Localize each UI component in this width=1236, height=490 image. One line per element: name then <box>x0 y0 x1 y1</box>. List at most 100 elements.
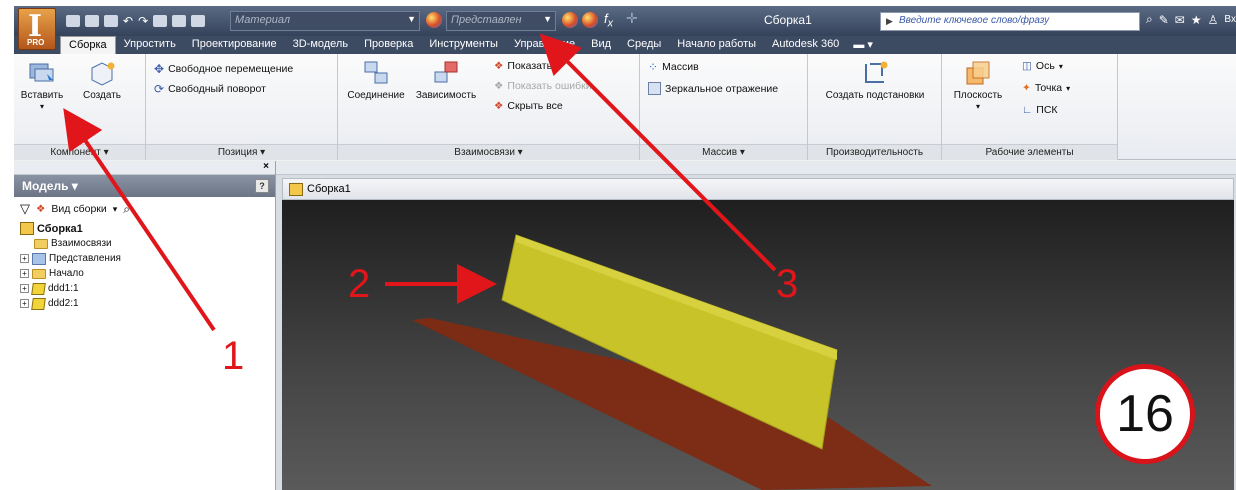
filter-icon[interactable]: ▽ <box>20 201 30 217</box>
tools-icon[interactable]: ✎ <box>1159 13 1169 27</box>
model-browser: × Модель ▾ ? ▽ ❖ Вид сборки ▾ ⌕ Сборка1 … <box>14 161 276 490</box>
joint-button[interactable]: Соединение <box>342 60 410 101</box>
tab-get-started[interactable]: Начало работы <box>669 36 764 54</box>
free-move-button[interactable]: ✥ Свободное перемещение <box>154 62 293 76</box>
tree-label: Представления <box>49 253 121 264</box>
create-component-label: Создать <box>82 90 121 101</box>
point-button[interactable]: ✦ Точка ▾ <box>1022 82 1070 94</box>
browser-header[interactable]: Модель ▾ ? <box>14 175 275 197</box>
component-panel-title[interactable]: Компонент ▾ <box>14 144 145 160</box>
star-icon[interactable]: ★ <box>1191 13 1202 27</box>
project-icon[interactable] <box>191 15 206 27</box>
create-component-button[interactable]: Создать <box>70 60 134 101</box>
pattern-label: Массив <box>662 61 699 73</box>
close-icon[interactable]: × <box>263 161 269 172</box>
tab-assembly[interactable]: Сборка <box>60 36 116 54</box>
comm-center-icon[interactable]: ✉ <box>1175 13 1185 27</box>
folder-icon <box>34 238 48 249</box>
tree-item-ddd2[interactable]: + ddd2:1 <box>20 296 275 311</box>
work-features-panel-title: Рабочие элементы <box>942 144 1117 160</box>
measure-icon[interactable]: ✛ <box>626 10 638 27</box>
tab-simplify[interactable]: Упростить <box>116 36 184 54</box>
clear-appearance-icon[interactable] <box>562 12 578 28</box>
create-substitute-button[interactable]: Создать подстановки <box>822 60 928 101</box>
relationships-panel: Соединение Зависимость ❖ Показать ❖ Пока… <box>338 54 640 160</box>
folder-icon <box>32 268 46 279</box>
free-rotate-button[interactable]: ⟳ Свободный поворот <box>154 82 266 96</box>
position-panel-title[interactable]: Позиция ▾ <box>146 144 337 160</box>
representation-combo-value: Представлен <box>451 14 522 26</box>
tree-item-representations[interactable]: + Представления <box>20 251 275 266</box>
expand-icon[interactable]: + <box>20 254 29 263</box>
update-icon[interactable] <box>172 15 187 27</box>
tab-inspect[interactable]: Проверка <box>356 36 421 54</box>
user-icon[interactable]: ♙ <box>1208 13 1219 27</box>
point-icon: ✦ <box>1022 82 1031 94</box>
show-label: Показать <box>507 60 553 72</box>
tab-view[interactable]: Вид <box>583 36 619 54</box>
pattern-icon: ⁘ <box>648 60 659 74</box>
tree-label: ddd1:1 <box>48 283 79 294</box>
pattern-panel-title[interactable]: Массив ▾ <box>640 144 807 160</box>
3d-viewport[interactable] <box>282 200 1234 490</box>
appearance-icon[interactable] <box>426 12 442 28</box>
hide-all-button[interactable]: ❖ Скрыть все <box>494 100 563 112</box>
show-button[interactable]: ❖ Показать <box>494 60 552 72</box>
tab-autodesk-360[interactable]: Autodesk 360 <box>764 36 847 54</box>
relationships-panel-title[interactable]: Взаимосвязи ▾ <box>338 144 639 160</box>
expand-icon[interactable]: + <box>20 299 29 308</box>
tab-environments[interactable]: Среды <box>619 36 669 54</box>
tree-root[interactable]: Сборка1 <box>20 221 275 236</box>
productivity-panel-title: Производительность <box>808 144 941 160</box>
axis-icon: ◫ <box>1022 60 1032 72</box>
open-icon[interactable] <box>85 15 99 27</box>
adjust-appearance-icon[interactable] <box>582 12 598 28</box>
productivity-panel: Создать подстановки Производительность <box>808 54 942 160</box>
plane-button[interactable]: Плоскость ▾ <box>948 60 1008 112</box>
tab-manage[interactable]: Управление <box>506 36 583 54</box>
representation-combo[interactable]: Представлен ▼ <box>446 11 556 31</box>
tab-design[interactable]: Проектирование <box>184 36 285 54</box>
representations-icon <box>32 252 46 265</box>
material-combo[interactable]: Материал ▼ <box>230 11 420 31</box>
application-menu-button[interactable]: I PRO <box>18 8 56 50</box>
insert-button[interactable]: Вставить ▾ <box>20 60 64 112</box>
tree-item-relationships[interactable]: Взаимосвязи <box>20 236 275 251</box>
parameters-icon[interactable]: fx <box>604 11 613 30</box>
document-tab[interactable]: Сборка1 <box>282 178 1234 200</box>
help-icon[interactable]: ? <box>255 179 269 193</box>
assembly-view-icon: ❖ <box>36 203 46 215</box>
save-icon[interactable] <box>104 15 118 27</box>
search-input[interactable]: ▶ Введите ключевое слово/фразу <box>880 12 1140 31</box>
ribbon: Вставить ▾ Создать Компонент ▾ ✥ Свободно… <box>14 54 1236 160</box>
binoculars-icon[interactable]: ⌕ <box>123 202 130 217</box>
free-rotate-label: Свободный поворот <box>168 83 266 95</box>
constraint-button[interactable]: Зависимость <box>410 60 482 101</box>
app-logo-edition: PRO <box>27 38 45 47</box>
expand-icon[interactable]: + <box>20 284 29 293</box>
binoculars-icon[interactable]: ⌕ <box>1146 12 1153 27</box>
undo-icon[interactable]: ↶ <box>123 14 133 28</box>
tab-3d-model[interactable]: 3D-модель <box>285 36 356 54</box>
sign-in-link[interactable]: Вход <box>1224 14 1236 25</box>
new-icon[interactable] <box>66 15 80 27</box>
redo-icon[interactable]: ↷ <box>138 14 148 28</box>
ucs-button[interactable]: ∟ ПСК <box>1022 104 1058 116</box>
mirror-button[interactable]: Зеркальное отражение <box>648 82 778 95</box>
show-errors-button[interactable]: ❖ Показать ошибки <box>494 80 592 92</box>
chevron-down-icon[interactable]: ▾ <box>113 204 118 215</box>
tree-label: ddd2:1 <box>48 298 79 309</box>
tree-item-origin[interactable]: + Начало <box>20 266 275 281</box>
axis-button[interactable]: ◫ Ось ▾ <box>1022 60 1063 72</box>
material-combo-value: Материал <box>235 14 291 26</box>
view-mode-label[interactable]: Вид сборки <box>51 203 106 215</box>
tab-tools[interactable]: Инструменты <box>421 36 506 54</box>
pattern-button[interactable]: ⁘ Массив <box>648 60 699 74</box>
tree-item-ddd1[interactable]: + ddd1:1 <box>20 281 275 296</box>
select-icon[interactable] <box>153 15 168 27</box>
expand-icon[interactable]: + <box>20 269 29 278</box>
chevron-down-icon: ▾ <box>1058 61 1063 71</box>
hide-all-label: Скрыть все <box>507 100 563 112</box>
tree-label: Взаимосвязи <box>51 238 112 249</box>
ribbon-options-icon[interactable]: ▬ ▾ <box>847 36 879 54</box>
